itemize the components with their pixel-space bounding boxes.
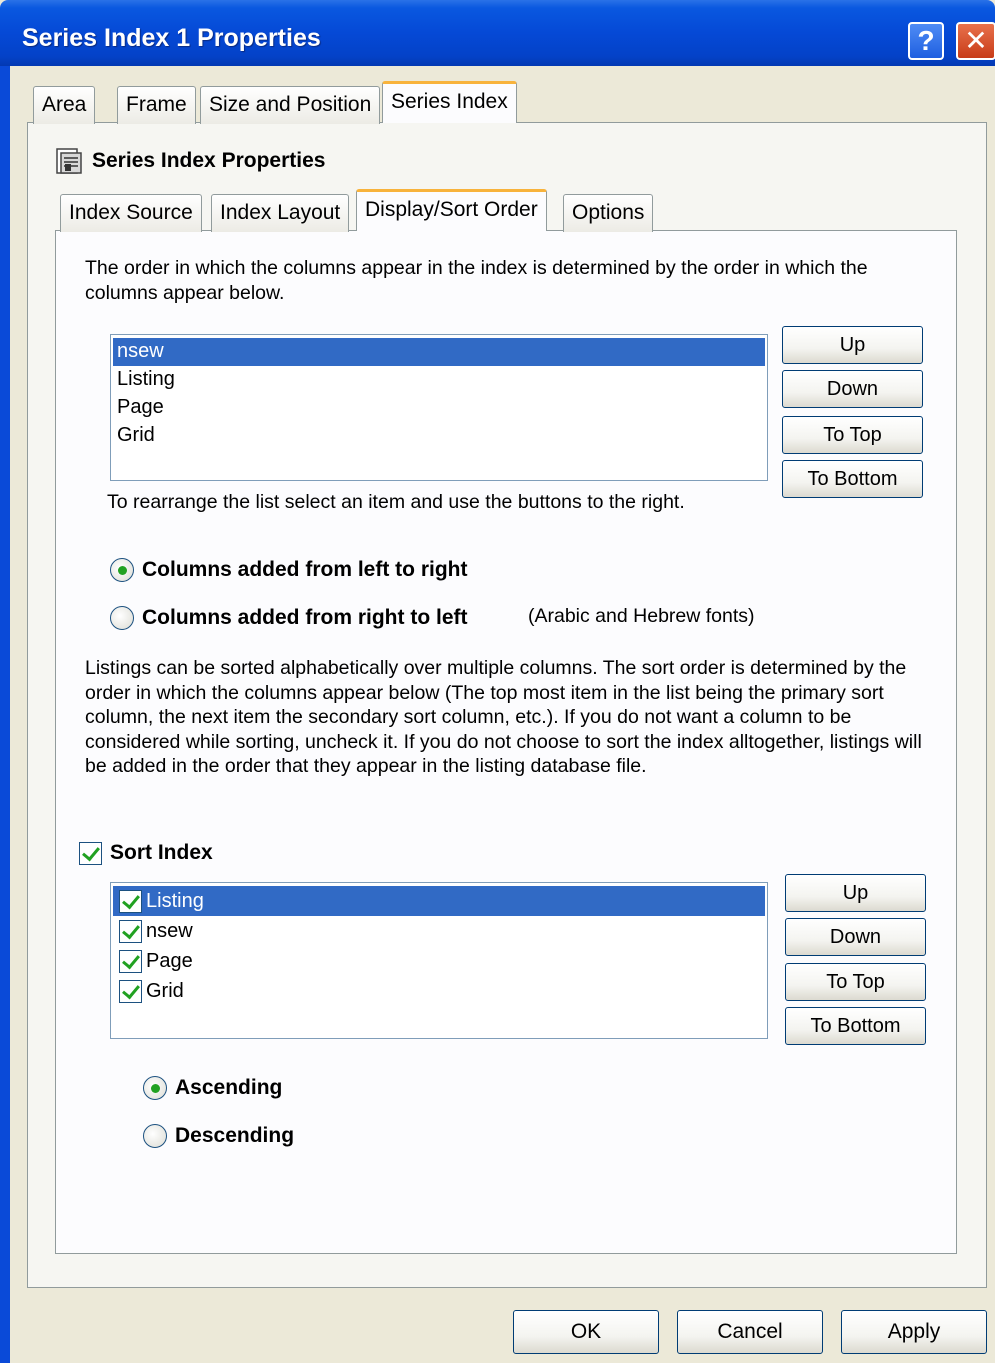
document-icon xyxy=(56,148,82,174)
list-item-label: nsew xyxy=(146,919,193,942)
section-title: Series Index Properties xyxy=(92,149,326,172)
close-button[interactable]: ✕ xyxy=(956,22,995,60)
display-down-button[interactable]: Down xyxy=(782,370,923,408)
descending-label: Descending xyxy=(175,1124,295,1147)
ascending-radio[interactable] xyxy=(143,1076,167,1100)
section-header: Series Index Properties xyxy=(54,146,325,176)
sort-index-label: Sort Index xyxy=(110,841,213,864)
rearrange-hint: To rearrange the list select an item and… xyxy=(107,491,685,513)
list-item[interactable]: Grid xyxy=(113,422,765,450)
tab-area[interactable]: Area xyxy=(33,86,96,124)
tab-display-sort-order[interactable]: Display/Sort Order xyxy=(356,189,547,231)
column-order-list[interactable]: nsew Listing Page Grid xyxy=(110,334,768,481)
list-item[interactable]: Page xyxy=(113,394,765,422)
ok-button[interactable]: OK xyxy=(513,1310,659,1354)
checkbox[interactable] xyxy=(119,979,142,1003)
sort-explanation-text: Listings can be sorted alphabetically ov… xyxy=(85,657,922,777)
tab-options[interactable]: Options xyxy=(563,194,654,232)
window-title: Series Index 1 Properties xyxy=(22,24,321,52)
display-to-bottom-button[interactable]: To Bottom xyxy=(782,460,923,498)
ascending-option[interactable]: Ascending xyxy=(143,1076,282,1100)
sort-up-button[interactable]: Up xyxy=(785,874,926,912)
display-up-button[interactable]: Up xyxy=(782,326,923,364)
ascending-label: Ascending xyxy=(175,1076,283,1099)
list-item[interactable]: Page xyxy=(113,946,765,976)
sort-index-checkbox[interactable] xyxy=(79,841,102,865)
sort-down-button[interactable]: Down xyxy=(785,918,926,956)
rtl-radio[interactable] xyxy=(110,606,134,630)
display-intro-text: The order in which the columns appear in… xyxy=(85,257,868,304)
display-to-top-button[interactable]: To Top xyxy=(782,416,923,454)
cancel-button[interactable]: Cancel xyxy=(677,1310,823,1354)
list-item-label: Page xyxy=(146,949,193,972)
ltr-label: Columns added from left to right xyxy=(142,558,468,581)
sort-to-bottom-button[interactable]: To Bottom xyxy=(785,1007,926,1045)
list-item[interactable]: Listing xyxy=(113,886,765,916)
tab-frame[interactable]: Frame xyxy=(117,86,196,124)
tab-index-layout[interactable]: Index Layout xyxy=(211,194,350,232)
tab-size-and-position[interactable]: Size and Position xyxy=(200,86,381,124)
tab-series-index[interactable]: Series Index xyxy=(382,81,517,123)
window-frame-left xyxy=(0,66,10,1363)
checkbox[interactable] xyxy=(119,889,142,913)
sort-column-list[interactable]: Listing nsew Page Grid xyxy=(110,882,768,1039)
ltr-radio[interactable] xyxy=(110,558,134,582)
list-item[interactable]: Grid xyxy=(113,976,765,1006)
descending-option[interactable]: Descending xyxy=(143,1124,294,1148)
list-item-label: Grid xyxy=(146,979,184,1002)
list-item[interactable]: nsew xyxy=(113,916,765,946)
sort-index-option[interactable]: Sort Index xyxy=(79,841,213,865)
checkbox[interactable] xyxy=(119,949,142,973)
descending-radio[interactable] xyxy=(143,1124,167,1148)
checkbox[interactable] xyxy=(119,919,142,943)
tab-index-source[interactable]: Index Source xyxy=(60,194,202,232)
sort-to-top-button[interactable]: To Top xyxy=(785,963,926,1001)
list-item[interactable]: nsew xyxy=(113,338,765,366)
rtl-option[interactable]: Columns added from right to left xyxy=(110,606,468,630)
list-item-label: Listing xyxy=(146,889,204,912)
rtl-label: Columns added from right to left xyxy=(142,606,468,629)
help-button[interactable]: ? xyxy=(908,22,944,60)
ltr-option[interactable]: Columns added from left to right xyxy=(110,558,468,582)
list-item[interactable]: Listing xyxy=(113,366,765,394)
rtl-note: (Arabic and Hebrew fonts) xyxy=(528,605,755,627)
title-bar: Series Index 1 Properties ? ✕ xyxy=(0,0,995,66)
apply-button[interactable]: Apply xyxy=(841,1310,987,1354)
